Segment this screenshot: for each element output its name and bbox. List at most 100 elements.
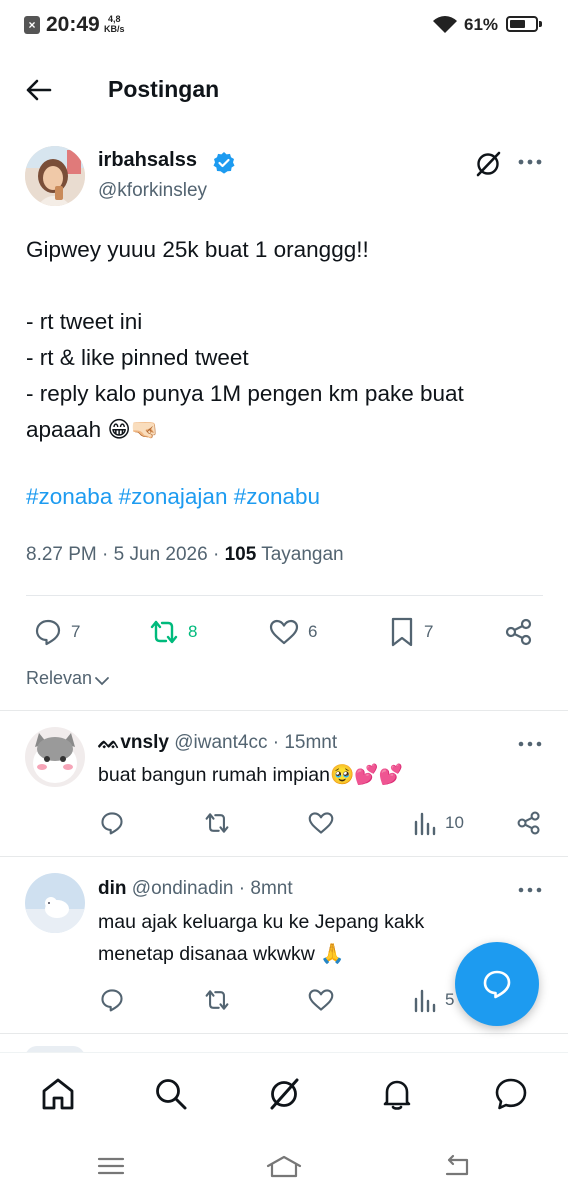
net-speed-value: 4,8 xyxy=(108,14,121,24)
back-button[interactable] xyxy=(22,74,56,106)
retweet-button[interactable]: 8 xyxy=(148,616,197,648)
like-button[interactable]: 6 xyxy=(268,616,317,648)
reply-icon xyxy=(101,812,123,835)
status-bar: × 20:49 4,8 KB/s 61% xyxy=(0,0,568,52)
retweet-button[interactable] xyxy=(203,810,231,836)
messages-icon[interactable] xyxy=(493,1076,529,1112)
sort-dropdown[interactable]: Relevan xyxy=(26,668,110,689)
tweet-line-3: - rt & like pinned tweet xyxy=(26,345,249,370)
reply-header: din @ondinadin · 8mnt xyxy=(98,878,293,899)
menu-icon[interactable] xyxy=(97,1154,125,1178)
views-count: 5 xyxy=(445,990,455,1009)
notifications-icon[interactable] xyxy=(379,1076,415,1112)
tweet-meta: 8.27 PM · 5 Jun 2026 · 105 Tayangan xyxy=(26,544,344,565)
grok-icon[interactable] xyxy=(474,150,502,178)
home-icon[interactable] xyxy=(40,1076,76,1112)
back-nav-icon[interactable] xyxy=(443,1154,471,1178)
more-icon[interactable] xyxy=(516,734,544,754)
retweet-icon xyxy=(150,620,178,644)
reply-icon xyxy=(35,619,61,646)
divider xyxy=(26,595,543,596)
status-time: 20:49 xyxy=(46,13,100,36)
reply-author-name[interactable]: din xyxy=(98,878,127,899)
reply-time[interactable]: 15mnt xyxy=(284,732,337,753)
tweet-line-2: - rt tweet ini xyxy=(26,309,143,334)
tweet-time[interactable]: 8.27 PM xyxy=(26,544,97,565)
grok-icon[interactable] xyxy=(266,1076,302,1112)
views-count: 10 xyxy=(445,813,464,832)
reply-avatar[interactable] xyxy=(25,727,85,787)
tweet-text: Gipwey yuuu 25k buat 1 oranggg!! - rt tw… xyxy=(26,232,546,448)
divider xyxy=(0,1033,568,1034)
search-icon[interactable] xyxy=(153,1076,189,1112)
views-count: 105 xyxy=(224,544,257,565)
views-label: Tayangan xyxy=(261,544,344,565)
notification-x-icon: × xyxy=(24,16,40,34)
reply-icon xyxy=(101,989,123,1012)
battery-percent: 61% xyxy=(464,15,499,34)
more-icon[interactable] xyxy=(516,150,544,174)
reply-avatar[interactable] xyxy=(25,873,85,933)
views-button[interactable]: 5 xyxy=(413,987,454,1013)
divider xyxy=(0,710,568,711)
hashtag-link[interactable]: #zonajajan xyxy=(119,484,228,509)
like-button[interactable] xyxy=(307,810,335,836)
author-avatar[interactable] xyxy=(25,146,85,206)
views-icon xyxy=(414,989,436,1013)
reply-text: buat bangun rumah impian🥹💕💕 xyxy=(98,764,403,786)
net-speed-unit: KB/s xyxy=(104,24,125,34)
back-arrow-icon xyxy=(26,79,52,101)
reply-time[interactable]: 8mnt xyxy=(250,878,292,899)
reply-author-name[interactable]: ᨐvnsly xyxy=(98,732,169,753)
reply-author-handle[interactable]: @ondinadin xyxy=(132,878,234,899)
compose-reply-icon xyxy=(483,970,511,999)
reply-header: ᨐvnsly @iwant4cc · 15mnt xyxy=(98,732,338,753)
like-count: 6 xyxy=(308,622,318,641)
like-icon xyxy=(308,812,334,834)
compose-reply-button[interactable] xyxy=(455,942,539,1026)
share-icon xyxy=(505,618,532,646)
author-name[interactable]: irbahsalss xyxy=(98,149,197,172)
retweet-icon xyxy=(205,813,229,833)
views-icon xyxy=(414,812,436,836)
battery-fill xyxy=(510,20,525,28)
more-icon[interactable] xyxy=(516,880,544,900)
tweet-date[interactable]: 5 Jun 2026 xyxy=(114,544,208,565)
divider xyxy=(0,856,568,857)
page-title: Postingan xyxy=(108,76,220,102)
verified-icon xyxy=(212,151,236,175)
retweet-icon xyxy=(205,990,229,1010)
share-icon xyxy=(517,811,540,835)
like-icon xyxy=(308,989,334,1011)
like-icon xyxy=(269,619,299,645)
bookmark-icon xyxy=(391,617,413,647)
battery-tip xyxy=(539,21,542,27)
views-button[interactable]: 10 xyxy=(413,810,464,836)
hashtag-link[interactable]: #zonabu xyxy=(234,484,320,509)
reply-author-handle[interactable]: @iwant4cc xyxy=(174,732,267,753)
reply-count: 7 xyxy=(71,622,81,641)
retweet-count: 8 xyxy=(188,622,198,641)
reply-text-line: menetap disanaa wkwkw 🙏 xyxy=(98,943,345,965)
hashtags: #zonaba #zonajajan #zonabu xyxy=(26,484,320,510)
reply-text-line: mau ajak keluarga ku ke Jepang kakk xyxy=(98,911,425,933)
tweet-line-5: apaaah 😁🤜🏻 xyxy=(26,417,159,442)
share-button[interactable] xyxy=(516,810,542,836)
battery-icon xyxy=(506,16,538,32)
bookmark-button[interactable]: 7 xyxy=(388,616,433,648)
chevron-down-icon xyxy=(95,676,109,685)
like-button[interactable] xyxy=(307,987,335,1013)
wifi-icon xyxy=(432,15,458,35)
author-handle[interactable]: @kforkinsley xyxy=(98,180,207,202)
tweet-line-1: Gipwey yuuu 25k buat 1 oranggg!! xyxy=(26,237,369,262)
reply-button[interactable] xyxy=(99,987,125,1013)
tweet-line-4: - reply kalo punya 1M pengen km pake bua… xyxy=(26,381,464,406)
reply-button[interactable]: 7 xyxy=(33,616,80,648)
net-speed: 4,8 KB/s xyxy=(104,14,125,34)
share-button[interactable] xyxy=(504,616,534,648)
retweet-button[interactable] xyxy=(203,987,231,1013)
bookmark-count: 7 xyxy=(424,622,434,641)
reply-button[interactable] xyxy=(99,810,125,836)
home-nav-icon[interactable] xyxy=(266,1154,302,1180)
hashtag-link[interactable]: #zonaba xyxy=(26,484,112,509)
